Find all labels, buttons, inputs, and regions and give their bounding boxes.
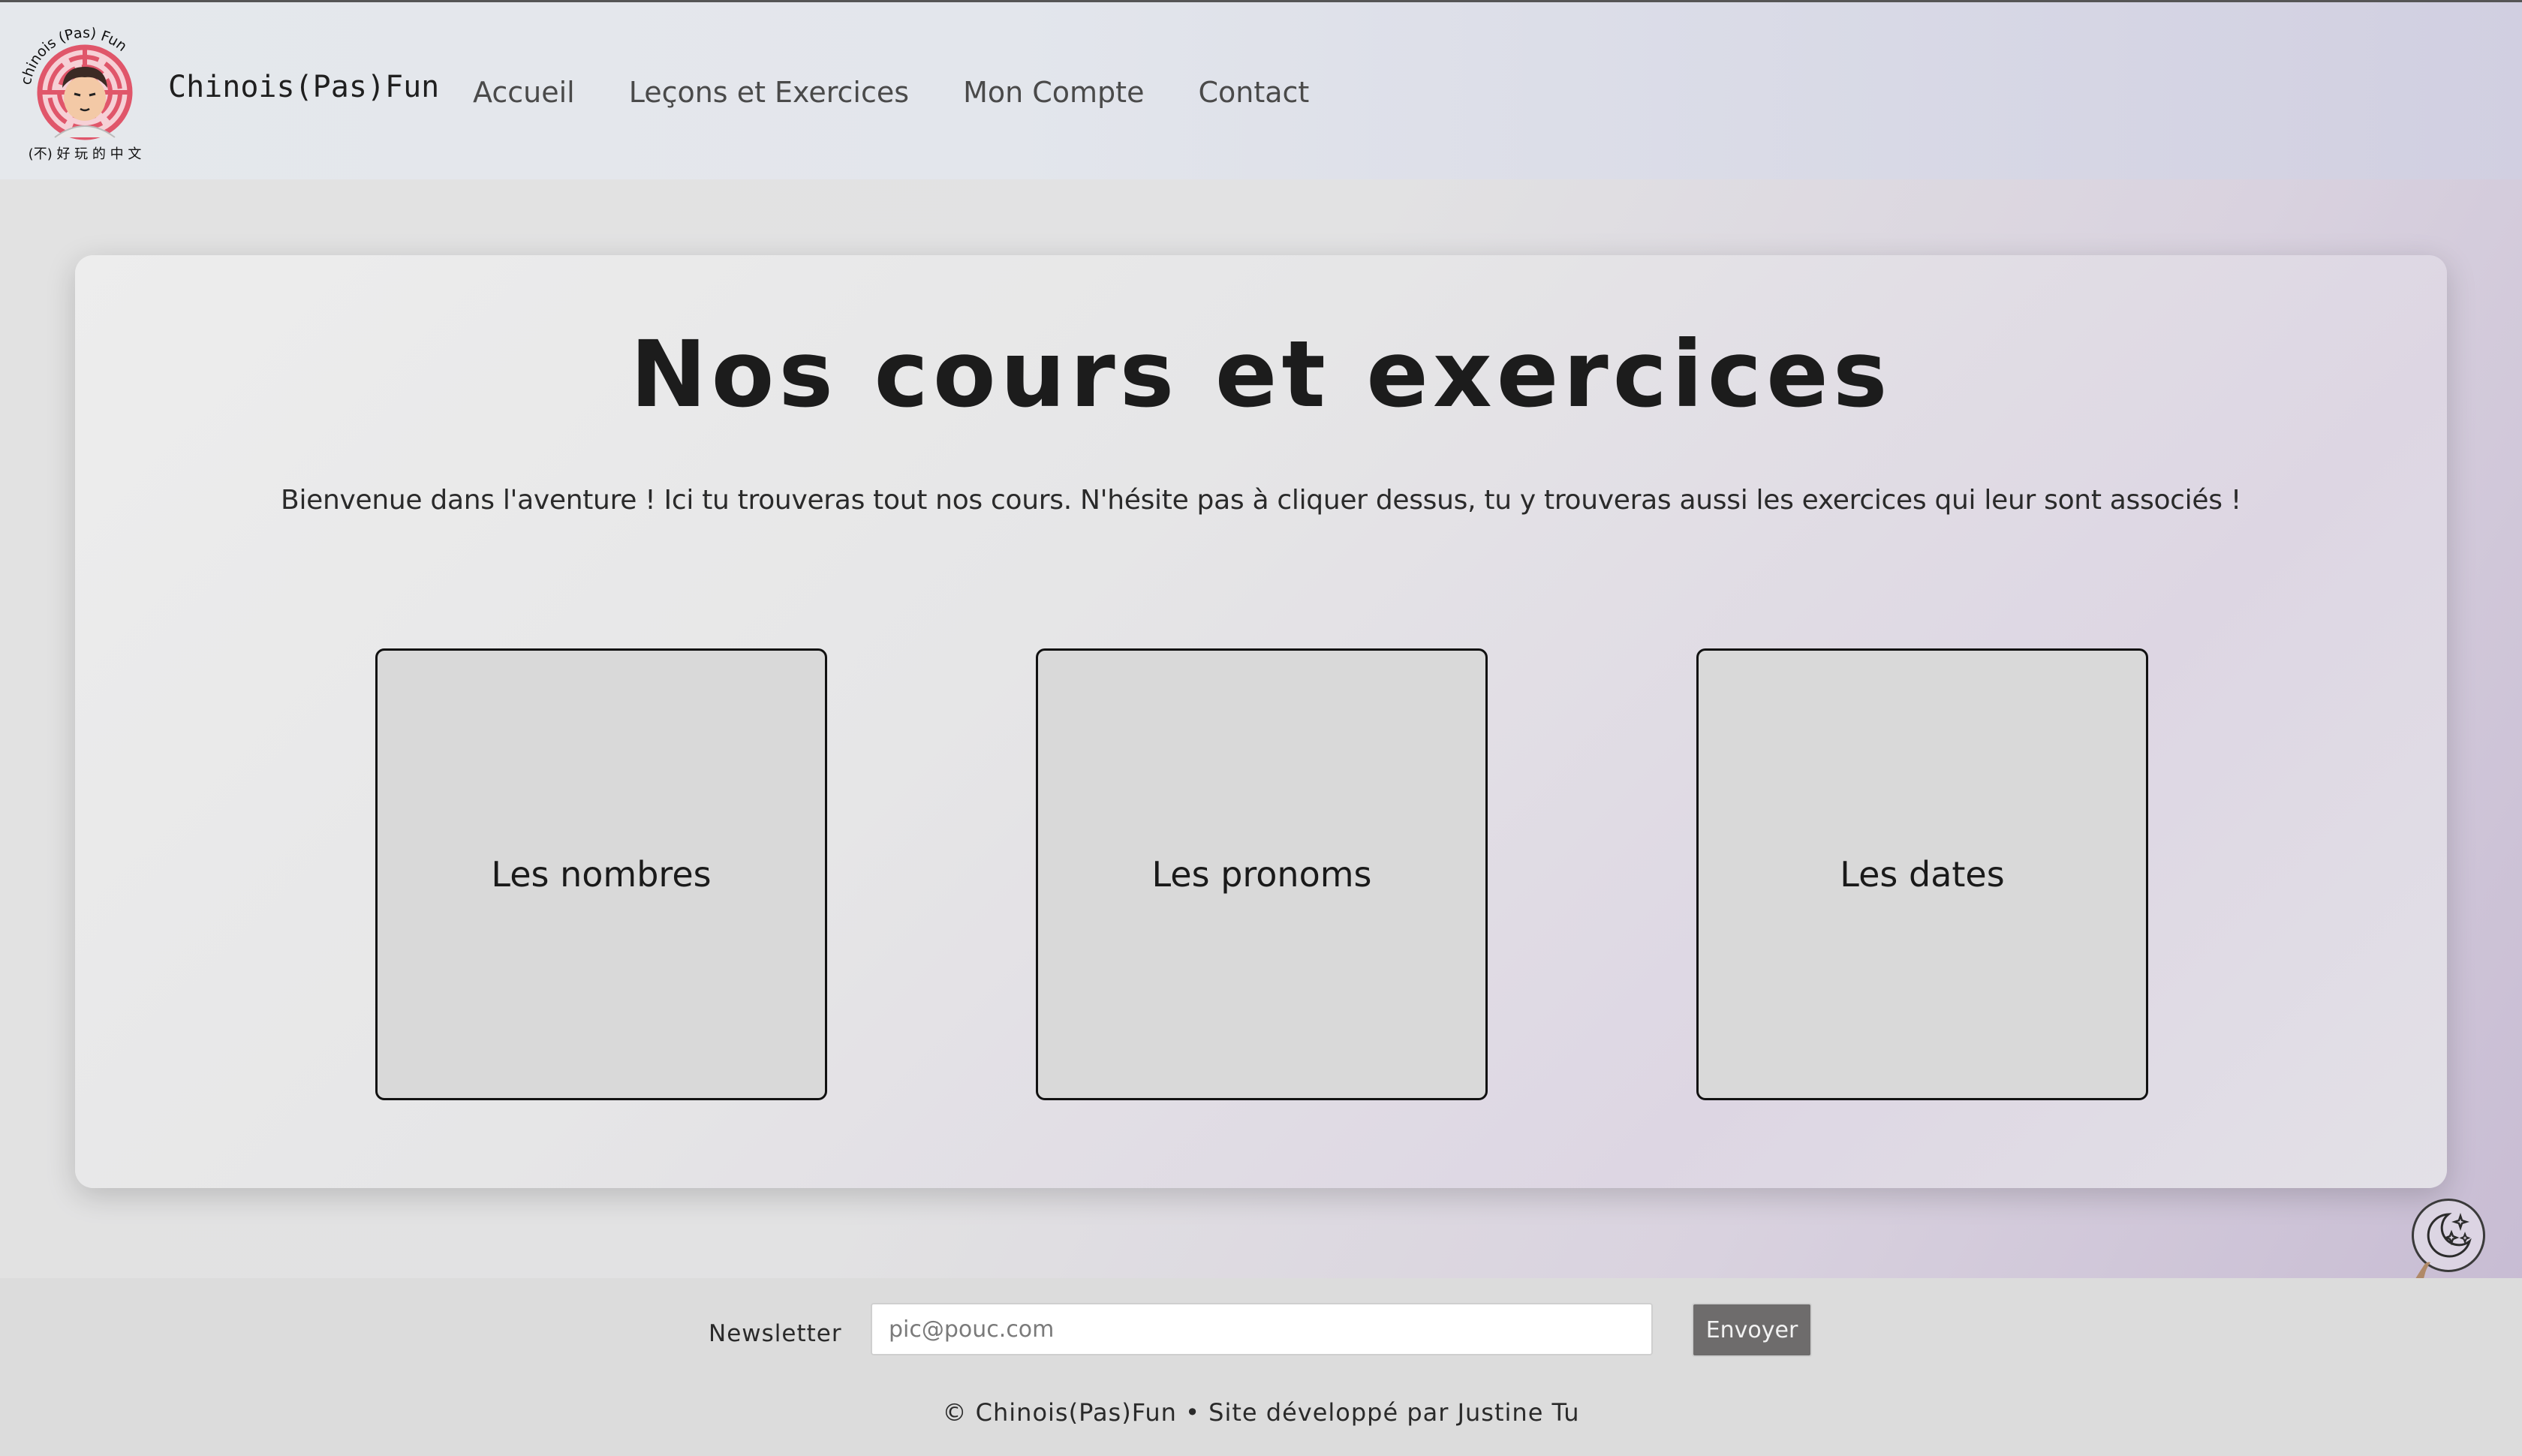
course-card-label: Les pronoms — [1151, 854, 1372, 895]
course-card-nombres[interactable]: Les nombres — [375, 648, 827, 1100]
site-header: chinois (Pas) Fun (不) 好 玩 的 中 文 Chinois(… — [0, 2, 2522, 179]
course-card-label: Les nombres — [491, 854, 712, 895]
newsletter-submit-button[interactable]: Envoyer — [1692, 1303, 1812, 1357]
nav-item-mon-compte[interactable]: Mon Compte — [963, 71, 1144, 113]
course-card-label: Les dates — [1840, 854, 2005, 895]
course-card-pronoms[interactable]: Les pronoms — [1036, 648, 1488, 1100]
newsletter-label: Newsletter — [709, 1320, 842, 1347]
site-logo[interactable]: chinois (Pas) Fun (不) 好 玩 的 中 文 — [15, 19, 155, 162]
main-nav: Accueil Leçons et Exercices Mon Compte C… — [473, 71, 1363, 113]
page-title: Nos cours et exercices — [630, 321, 1892, 428]
nav-item-lecons-exercices[interactable]: Leçons et Exercices — [629, 71, 909, 113]
nav-item-accueil[interactable]: Accueil — [473, 71, 575, 113]
newsletter-email-input[interactable] — [871, 1303, 1653, 1355]
course-card-dates[interactable]: Les dates — [1696, 648, 2148, 1100]
site-footer: Newsletter Envoyer © Chinois(Pas)Fun • S… — [0, 1278, 2522, 1456]
logo-bottom-text: (不) 好 玩 的 中 文 — [29, 146, 142, 161]
brand-name[interactable]: Chinois(Pas)Fun — [168, 70, 439, 104]
copyright-text: © Chinois(Pas)Fun • Site développé par J… — [942, 1398, 1580, 1427]
courses-panel: Nos cours et exercices Bienvenue dans l'… — [75, 255, 2447, 1188]
nav-item-contact[interactable]: Contact — [1198, 71, 1309, 113]
intro-text: Bienvenue dans l'aventure ! Ici tu trouv… — [281, 485, 2241, 516]
